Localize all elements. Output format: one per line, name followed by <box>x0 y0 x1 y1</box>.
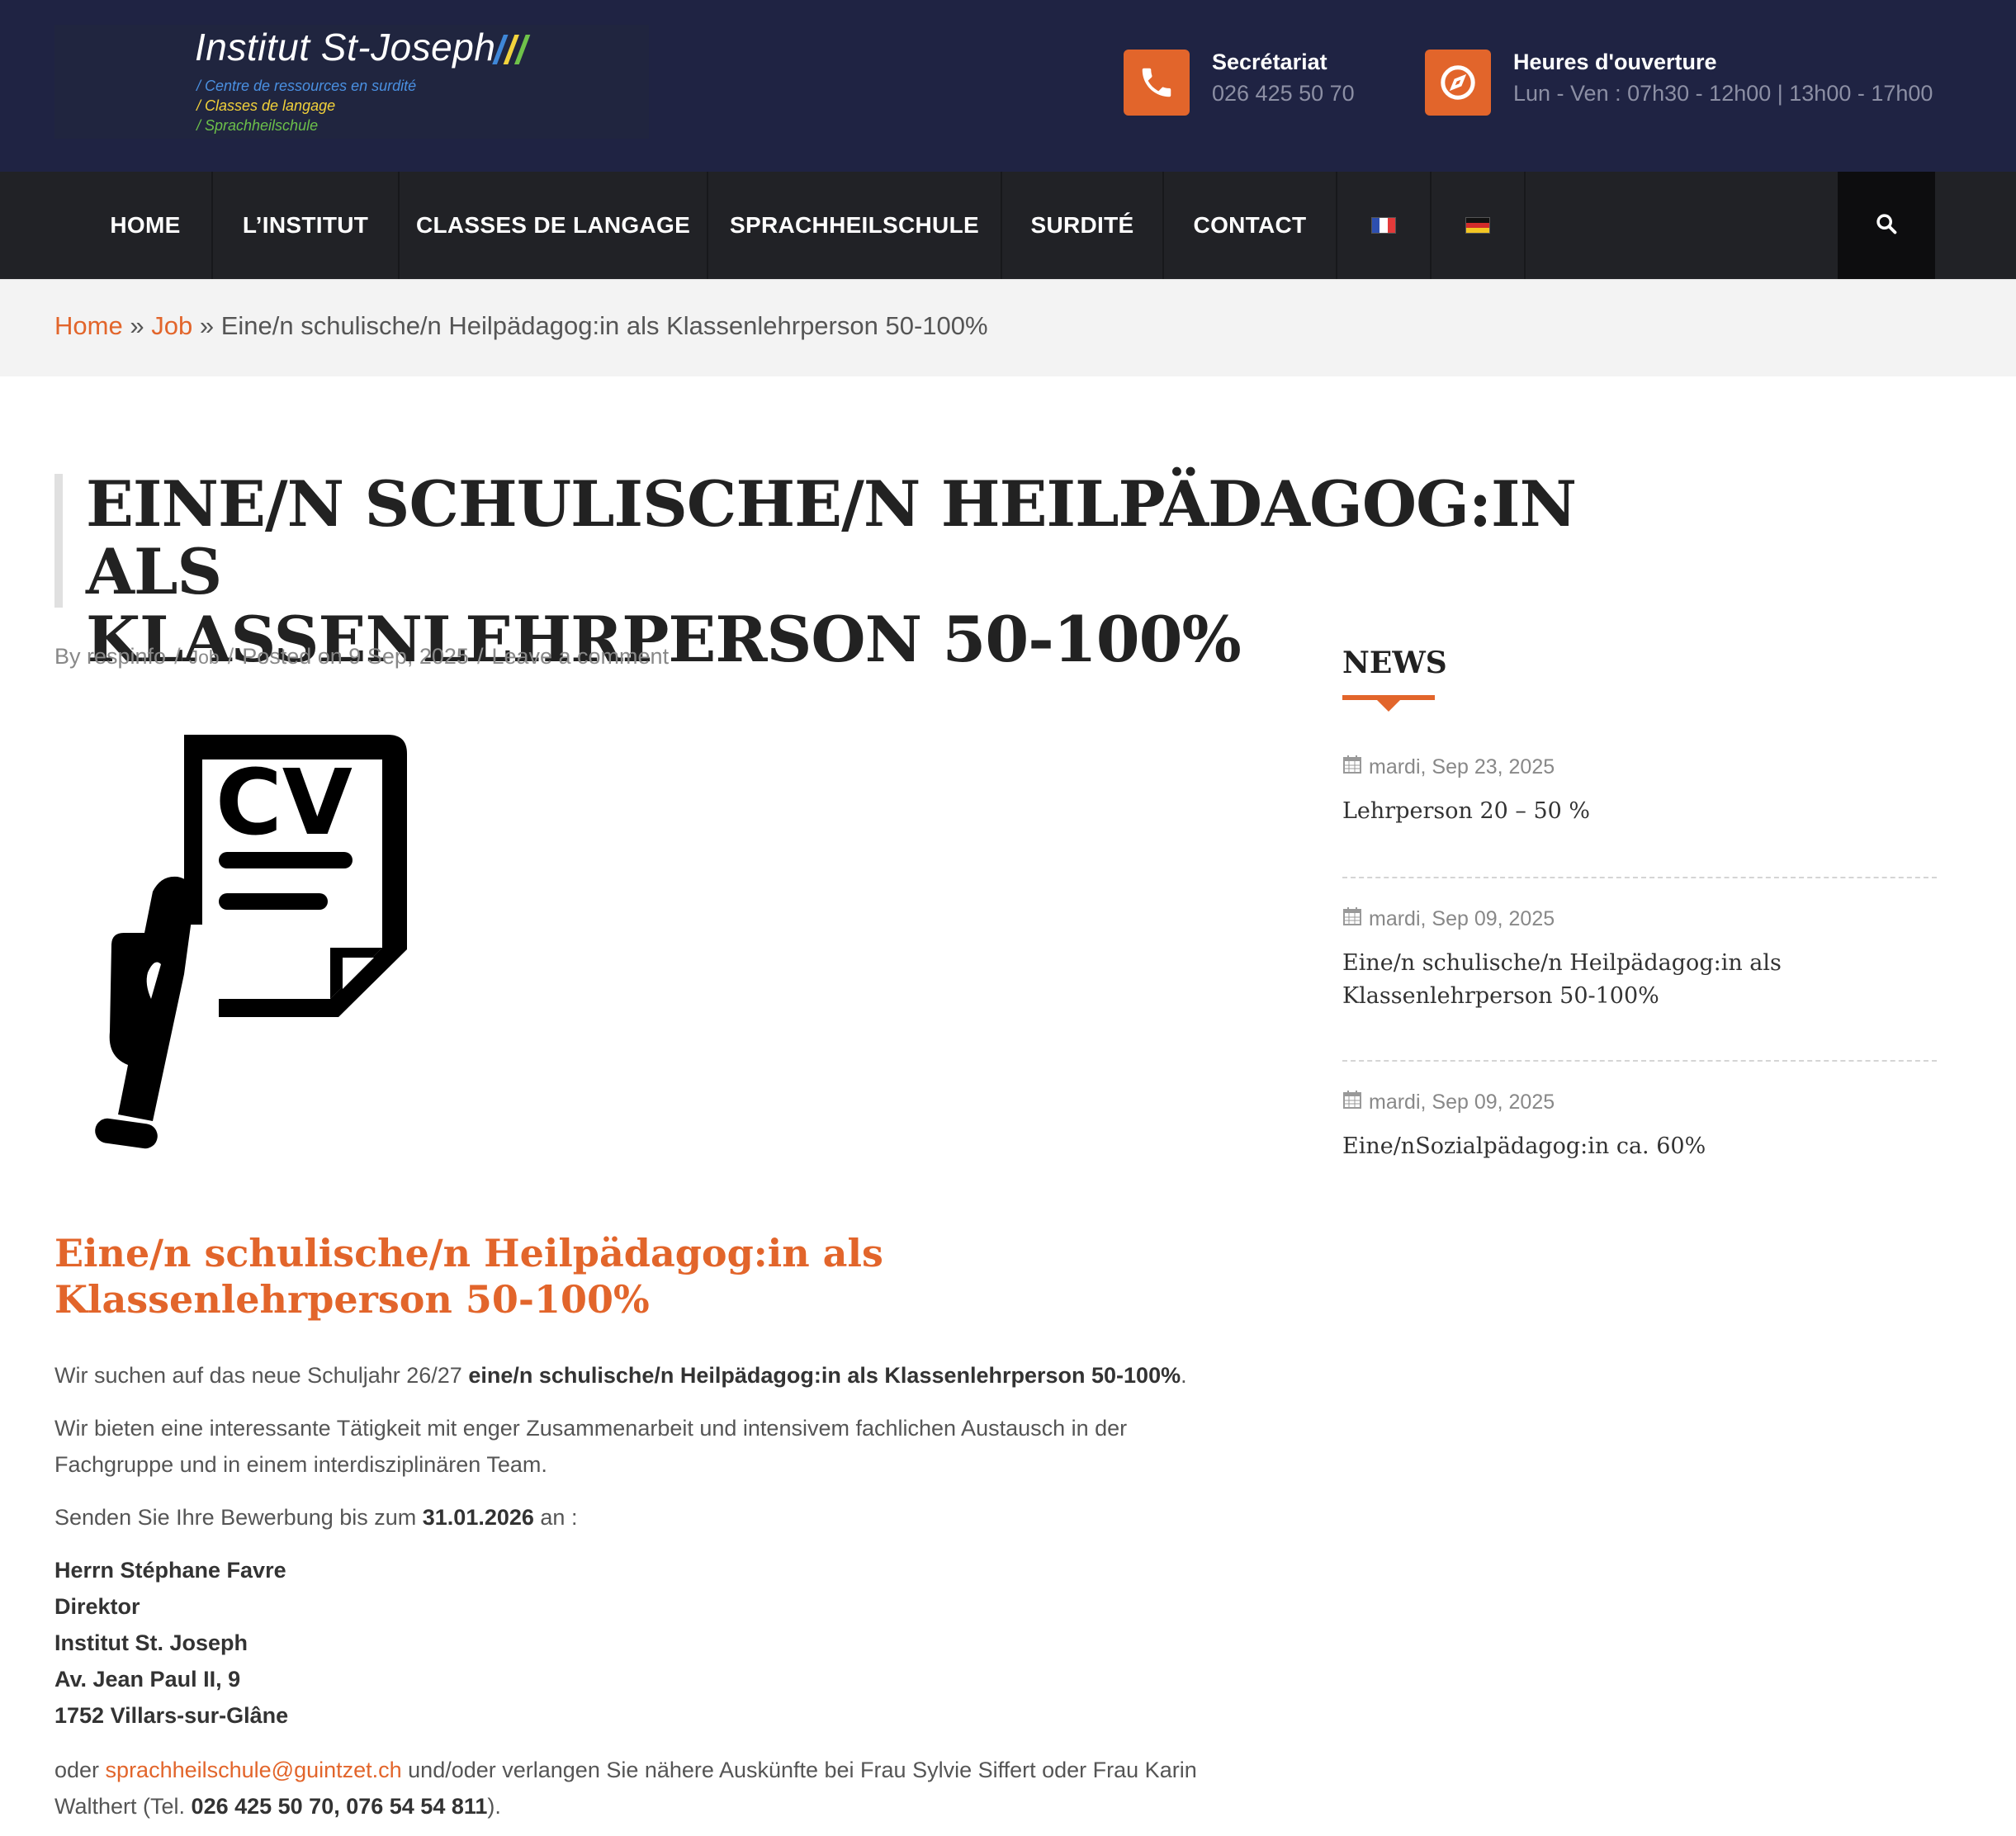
svg-text:CV: CV <box>215 750 353 855</box>
breadcrumb: Home » Job » Eine/n schulische/n Heilpäd… <box>54 311 988 341</box>
phone-label: Secrétariat <box>1212 50 1327 74</box>
nav-item-contact[interactable]: CONTACT <box>1164 172 1337 279</box>
news-date: mardi, Sep 09, 2025 <box>1342 906 1937 932</box>
news-item: mardi, Sep 23, 2025 Lehrperson 20 – 50 % <box>1342 755 1937 828</box>
page-title-line: EINE/N SCHULISCHE/N HEILPÄDAGOG:IN ALS <box>86 467 1577 608</box>
news-date-text: mardi, Sep 09, 2025 <box>1369 1091 1555 1114</box>
phone-number[interactable]: 026 425 50 70 <box>1212 81 1355 106</box>
post-meta: By respinfo / Job / Posted on 9 Sep, 2025 / Le… <box>54 644 669 670</box>
news-date: mardi, Sep 09, 2025 <box>1342 1090 1937 1115</box>
contact-address: Herrn Stéphane Favre Direktor Institut S… <box>54 1552 288 1734</box>
email-link[interactable]: sprachheilschule@guintzet.ch <box>106 1758 402 1782</box>
calendar-icon <box>1342 906 1362 932</box>
address-line: 1752 Villars-sur-Glâne <box>54 1703 289 1728</box>
breadcrumb-job-link[interactable]: Job <box>151 311 192 340</box>
main-nav: HOME L’INSTITUT CLASSES DE LANGAGE SPRAC… <box>0 172 2016 279</box>
cv-document-icon: CV <box>95 726 417 1168</box>
calendar-icon <box>1342 755 1362 780</box>
news-date-text: mardi, Sep 09, 2025 <box>1369 907 1555 930</box>
news-link[interactable]: Lehrperson 20 – 50 % <box>1342 795 1937 828</box>
logo-subtitle: / Centre de ressources en surdité <box>196 78 417 94</box>
news-item: mardi, Sep 09, 2025 Eine/n schulische/n … <box>1342 906 1937 1013</box>
paragraph-text: oder <box>54 1758 106 1782</box>
logo-title: Institut St-Joseph <box>195 26 496 69</box>
news-divider <box>1342 877 1937 878</box>
phone-numbers: 026 425 50 70, 076 54 54 811 <box>191 1794 488 1819</box>
search-icon <box>1875 212 1898 239</box>
hours-value: Lun - Ven : 07h30 - 12h00 | 13h00 - 17h0… <box>1513 81 1933 106</box>
french-flag-icon <box>1371 217 1396 234</box>
nav-item-sprachheilschule[interactable]: SPRACHHEILSCHULE <box>708 172 1002 279</box>
language-de-button[interactable] <box>1432 172 1526 279</box>
article-heading: Eine/n schulische/n Heilpädagog:in als K… <box>54 1231 883 1322</box>
news-item: mardi, Sep 09, 2025 Eine/nSozialpädagog:… <box>1342 1090 1937 1163</box>
meta-separator: / <box>227 644 234 669</box>
paragraph-text: . <box>1181 1363 1187 1388</box>
paragraph-bold-text: eine/n schulische/n Heilpädagog:in als K… <box>468 1363 1181 1388</box>
german-flag-icon <box>1465 217 1490 234</box>
breadcrumb-separator: » <box>130 311 144 340</box>
address-line: Direktor <box>54 1594 140 1619</box>
nav-item-classes-de-langage[interactable]: CLASSES DE LANGAGE <box>400 172 708 279</box>
breadcrumb-home-link[interactable]: Home <box>54 311 123 340</box>
paragraph-text: ). <box>487 1794 501 1819</box>
address-line: Herrn Stéphane Favre <box>54 1558 286 1583</box>
address-line: Institut St. Joseph <box>54 1630 248 1655</box>
meta-separator: / <box>476 644 484 669</box>
phone-icon <box>1124 50 1190 116</box>
logo-marks: /// <box>494 29 528 73</box>
article-paragraph: Wir suchen auf das neue Schuljahr 26/27 … <box>54 1357 1235 1394</box>
hours-label: Heures d'ouverture <box>1513 50 1717 74</box>
news-widget-title: NEWS <box>1342 646 1447 680</box>
breadcrumb-current: Eine/n schulische/n Heilpädagog:in als K… <box>220 311 988 340</box>
breadcrumb-bar: Home » Job » Eine/n schulische/n Heilpäd… <box>0 279 2016 376</box>
news-date: mardi, Sep 23, 2025 <box>1342 755 1937 780</box>
article-paragraph: Senden Sie Ihre Bewerbung bis zum 31.01.… <box>54 1499 1235 1536</box>
meta-separator: / <box>174 644 181 669</box>
news-link[interactable]: Eine/nSozialpädagog:in ca. 60% <box>1342 1130 1937 1163</box>
nav-item-surdite[interactable]: SURDITÉ <box>1002 172 1164 279</box>
article-paragraph: Wir bieten eine interessante Tätigkeit m… <box>54 1416 1128 1477</box>
site-header: Institut St-Joseph /// / Centre de resso… <box>0 0 2016 172</box>
article-paragraph: oder sprachheilschule@guintzet.ch und/od… <box>54 1752 1235 1824</box>
paragraph-text: an : <box>533 1505 578 1530</box>
nav-item-home[interactable]: HOME <box>79 172 213 279</box>
title-accent-bar <box>54 474 63 608</box>
nav-item-institut[interactable]: L’INSTITUT <box>213 172 400 279</box>
news-link[interactable]: Eine/n schulische/n Heilpädagog:in als K… <box>1342 947 1937 1013</box>
site-logo[interactable]: Institut St-Joseph /// / Centre de resso… <box>54 25 649 139</box>
post-date: Posted on 9 Sep, 2025 <box>242 644 469 669</box>
news-title-pointer <box>1375 698 1402 712</box>
calendar-icon <box>1342 1090 1362 1115</box>
news-date-text: mardi, Sep 23, 2025 <box>1369 755 1555 778</box>
post-category[interactable]: Job <box>189 646 220 668</box>
address-line: Av. Jean Paul II, 9 <box>54 1667 241 1692</box>
deadline-date: 31.01.2026 <box>422 1505 534 1530</box>
paragraph-text: Senden Sie Ihre Bewerbung bis zum <box>54 1505 423 1530</box>
compass-icon <box>1425 50 1491 116</box>
logo-subtitle: / Sprachheilschule <box>196 117 319 134</box>
logo-subtitle: / Classes de langage <box>196 97 336 114</box>
language-fr-button[interactable] <box>1337 172 1432 279</box>
search-button[interactable] <box>1838 172 1935 279</box>
news-divider <box>1342 1060 1937 1062</box>
leave-comment-link[interactable]: Leave a comment <box>491 644 669 669</box>
breadcrumb-separator: » <box>199 311 215 340</box>
paragraph-text: Wir suchen auf das neue Schuljahr 26/27 <box>54 1363 469 1388</box>
post-author[interactable]: By respinfo <box>54 644 166 669</box>
